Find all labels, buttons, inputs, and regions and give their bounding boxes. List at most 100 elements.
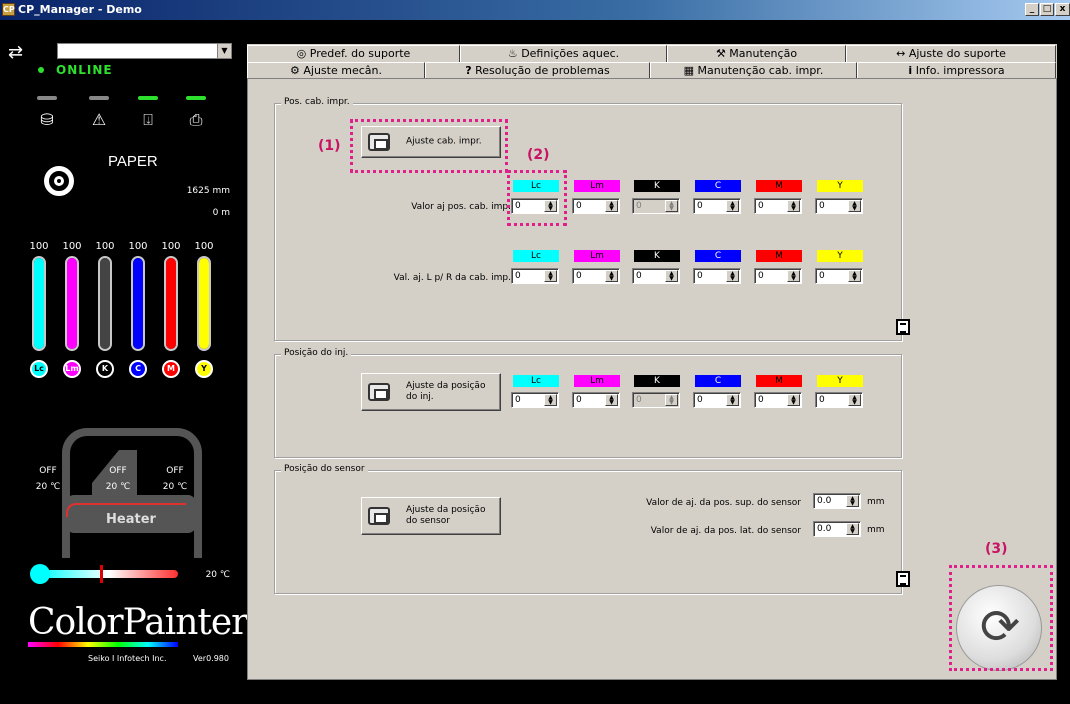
tab-maintenance[interactable]: ⚒ Manutenção: [667, 45, 846, 63]
spin-y[interactable]: 0 ▲ ▼: [815, 392, 863, 408]
media-roll-icon: [44, 166, 74, 196]
sensor-top-label: Valor de aj. da pos. sup. do sensor: [646, 498, 801, 508]
spin-lc[interactable]: 0 ▲ ▼: [511, 392, 559, 408]
spin-value: 0: [636, 395, 642, 405]
spin-m[interactable]: 0 ▲ ▼: [754, 198, 802, 214]
document-icon[interactable]: [896, 571, 910, 587]
indicator-ink: [138, 96, 158, 100]
spin-value: 0: [636, 271, 642, 281]
ink-c-badge: C: [129, 360, 147, 378]
ink-level-bar: [98, 256, 112, 351]
ink-level-value: 100: [194, 241, 214, 252]
spin-arrows-icon[interactable]: ▲ ▼: [846, 495, 859, 507]
tab-media-presets[interactable]: ◎ Predef. do suporte: [247, 45, 460, 63]
ink-level-value: 100: [95, 241, 115, 252]
spin-arrows-icon[interactable]: ▲ ▼: [848, 200, 861, 212]
spin-c[interactable]: 0 ▲ ▼: [693, 268, 741, 284]
injector-adjust-button[interactable]: Ajuste da posição do inj.: [361, 373, 501, 411]
target-icon: ◎: [296, 47, 310, 60]
media-name: PAPER: [108, 153, 158, 170]
ink-level-value: 100: [62, 241, 82, 252]
spin-arrows-icon[interactable]: ▲ ▼: [787, 270, 800, 282]
callout-label-2: (2): [527, 147, 550, 163]
spin-arrows-icon[interactable]: ▲ ▼: [787, 394, 800, 406]
spin-arrows-icon[interactable]: ▲ ▼: [665, 270, 678, 282]
spin-arrows-icon[interactable]: ▲ ▼: [605, 270, 618, 282]
spin-value: 0: [576, 201, 582, 211]
spin-c[interactable]: 0 ▲ ▼: [693, 198, 741, 214]
color-label-k: K: [634, 250, 680, 262]
head-lr-label: Val. aj. L p/ R da cab. imp.: [393, 273, 511, 283]
spin-arrows-icon: ▲ ▼: [665, 200, 678, 212]
spin-arrows-icon[interactable]: ▲ ▼: [544, 394, 557, 406]
button-label: Ajuste da posição do inj.: [406, 381, 485, 403]
tab-heater-settings[interactable]: ♨ Definições aquec.: [460, 45, 667, 63]
spin-arrows-icon[interactable]: ▲ ▼: [605, 200, 618, 212]
head-position-label: Valor aj pos. cab. imp.: [411, 202, 511, 212]
spin-c[interactable]: 0 ▲ ▼: [693, 392, 741, 408]
tab-label: Ajuste mecân.: [303, 64, 382, 77]
heater-zone1-state: OFF: [39, 466, 57, 476]
thermometer-bulb: [30, 564, 50, 584]
spin-m[interactable]: 0 ▲ ▼: [754, 392, 802, 408]
printer-icon: ⎙: [189, 110, 203, 129]
spin-arrows-icon[interactable]: ▲ ▼: [846, 523, 859, 535]
spin-k[interactable]: 0 ▲ ▼: [632, 268, 680, 284]
sensor-side-label: Valor de aj. da pos. lat. do sensor: [650, 526, 801, 536]
tab-mechanical-adjust[interactable]: ⚙ Ajuste mecân.: [247, 62, 425, 79]
unit-label: mm: [867, 497, 885, 507]
spin-value: 0: [697, 271, 703, 281]
sensor-top-input[interactable]: 0.0 ▲ ▼: [813, 493, 861, 509]
heater-label: Heater: [106, 512, 156, 527]
spin-y[interactable]: 0 ▲ ▼: [815, 268, 863, 284]
spin-arrows-icon[interactable]: ▲ ▼: [726, 270, 739, 282]
spin-arrows-icon[interactable]: ▲ ▼: [605, 394, 618, 406]
spin-arrows-icon[interactable]: ▲ ▼: [726, 200, 739, 212]
spin-m[interactable]: 0 ▲ ▼: [754, 268, 802, 284]
spin-arrows-icon: ▲ ▼: [665, 394, 678, 406]
spin-lm[interactable]: 0 ▲ ▼: [572, 268, 620, 284]
tab-label: Ajuste do suporte: [908, 47, 1006, 60]
injector-position-group: Posição do inj. Ajuste da posição do inj.…: [274, 348, 902, 458]
spin-arrows-icon[interactable]: ▲ ▼: [726, 394, 739, 406]
spin-y[interactable]: 0 ▲ ▼: [815, 198, 863, 214]
sensor-side-input[interactable]: 0.0 ▲ ▼: [813, 521, 861, 537]
ink-icon: ⍗: [143, 110, 153, 129]
group-label: Pos. cab. impr.: [281, 97, 353, 107]
spin-lm[interactable]: 0 ▲ ▼: [572, 198, 620, 214]
document-icon[interactable]: [896, 319, 910, 335]
swap-arrows-icon[interactable]: ⇄: [8, 42, 23, 63]
close-button[interactable]: x: [1055, 3, 1070, 16]
tab-media-adjust[interactable]: ↔ Ajuste do suporte: [846, 45, 1056, 63]
color-label-m: M: [756, 250, 802, 262]
spin-arrows-icon[interactable]: ▲ ▼: [544, 270, 557, 282]
spin-lc[interactable]: 0 ▲ ▼: [511, 268, 559, 284]
spin-arrows-icon[interactable]: ▲ ▼: [848, 270, 861, 282]
spin-value: 0: [697, 395, 703, 405]
sensor-adjust-button[interactable]: Ajuste da posição do sensor: [361, 497, 501, 535]
ink-level-fill: [166, 258, 176, 349]
indicator-printer: [186, 96, 206, 100]
minimize-button[interactable]: _: [1025, 3, 1039, 16]
thermometer-marker: [100, 565, 103, 583]
color-label-k: K: [634, 375, 680, 387]
indicator-warning: [89, 96, 109, 100]
button-label: Ajuste da posição do sensor: [406, 505, 485, 527]
tab-label: Info. impressora: [915, 64, 1005, 77]
spin-value: 0: [636, 201, 642, 211]
spin-value: 0: [758, 201, 764, 211]
group-label: Posição do inj.: [281, 348, 352, 358]
spin-lm[interactable]: 0 ▲ ▼: [572, 392, 620, 408]
spin-value: 0.0: [817, 496, 832, 506]
version: Ver0.980: [193, 654, 229, 663]
tab-label: Resolução de problemas: [475, 64, 610, 77]
maximize-button[interactable]: □: [1040, 3, 1054, 16]
printer-select[interactable]: ▼: [57, 43, 232, 59]
online-status: ONLINE: [56, 63, 113, 77]
ink-level-value: 100: [161, 241, 181, 252]
ink-level-fill: [199, 258, 209, 349]
spin-arrows-icon[interactable]: ▲ ▼: [848, 394, 861, 406]
chevron-down-icon[interactable]: ▼: [217, 44, 231, 58]
spin-arrows-icon[interactable]: ▲ ▼: [787, 200, 800, 212]
ink-level-fill: [100, 258, 110, 349]
